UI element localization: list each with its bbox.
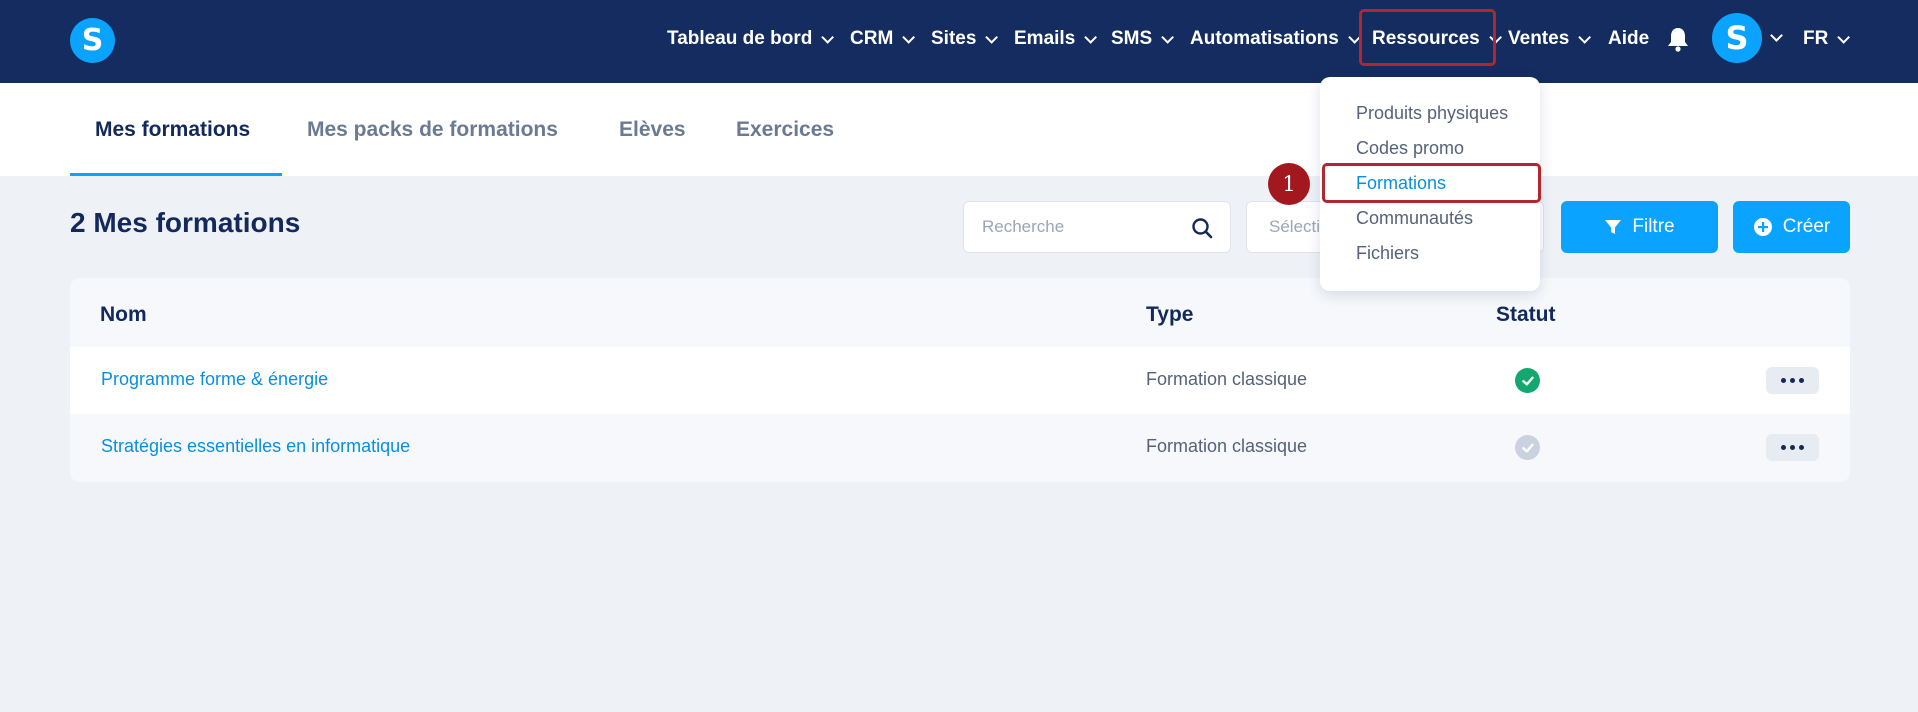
language-selector[interactable]: FR [1803, 0, 1851, 78]
formation-type: Formation classique [1146, 369, 1308, 389]
table-row: Stratégies essentielles en informatique … [70, 414, 1850, 481]
chevron-down-icon [985, 30, 999, 44]
nav-item-aide[interactable]: Aide [1608, 0, 1649, 78]
formation-name-link[interactable]: Programme forme & énergie [101, 369, 328, 390]
menu-item-communautes[interactable]: Communautés [1356, 208, 1473, 229]
filter-label: Filtre [1632, 216, 1675, 237]
nav-label: Ventes [1508, 28, 1570, 49]
chevron-down-icon[interactable] [1770, 29, 1783, 42]
nav-label: CRM [850, 28, 894, 49]
nav-item-automatisations[interactable]: Automatisations [1190, 0, 1361, 78]
chevron-down-icon [1578, 30, 1592, 44]
chevron-down-icon [1084, 30, 1098, 44]
more-actions-button[interactable] [1766, 434, 1819, 461]
bell-icon[interactable] [1667, 26, 1689, 52]
nav-item-sms[interactable]: SMS [1111, 0, 1175, 78]
nav-item-crm[interactable]: CRM [850, 0, 916, 78]
filter-icon [1604, 218, 1622, 236]
filter-button[interactable]: Filtre [1561, 201, 1718, 253]
language-label: FR [1803, 28, 1829, 49]
ressources-highlight-box [1359, 9, 1496, 66]
nav-label: Automatisations [1190, 28, 1339, 49]
nav-label: Aide [1608, 28, 1650, 49]
nav-item-sites[interactable]: Sites [931, 0, 999, 78]
page-title: 2 Mes formations [70, 207, 301, 238]
top-navbar: S Tableau de bord CRM Sites Emails SMS A… [0, 0, 1918, 83]
create-button[interactable]: Créer [1733, 201, 1850, 253]
step-number-badge: 1 [1268, 163, 1310, 205]
menu-item-produits-physiques[interactable]: Produits physiques [1356, 103, 1508, 124]
tab-mes-formations[interactable]: Mes formations [95, 83, 250, 176]
formations-table: Nom Type Statut Programme forme & énergi… [70, 278, 1850, 482]
nav-label: Tableau de bord [667, 28, 813, 49]
nav-item-tableau-de-bord[interactable]: Tableau de bord [667, 0, 835, 78]
chevron-down-icon [821, 30, 835, 44]
plus-circle-icon [1753, 217, 1773, 237]
nav-label: SMS [1111, 28, 1153, 49]
search-input[interactable] [982, 202, 1182, 252]
chevron-down-icon [902, 30, 916, 44]
active-tab-indicator [70, 173, 282, 176]
menu-item-codes-promo[interactable]: Codes promo [1356, 138, 1464, 159]
status-published-icon [1515, 368, 1540, 393]
column-header-name[interactable]: Nom [100, 303, 147, 327]
tab-exercices[interactable]: Exercices [736, 83, 834, 176]
formation-name-link[interactable]: Stratégies essentielles en informatique [101, 436, 410, 457]
tab-mes-packs-de-formations[interactable]: Mes packs de formations [307, 83, 558, 176]
nav-item-emails[interactable]: Emails [1014, 0, 1098, 78]
chevron-down-icon [1161, 30, 1175, 44]
column-header-status[interactable]: Statut [1496, 303, 1556, 327]
search-icon[interactable] [1190, 216, 1214, 240]
formation-type: Formation classique [1146, 436, 1308, 456]
more-actions-button[interactable] [1766, 367, 1819, 394]
menu-item-fichiers[interactable]: Fichiers [1356, 243, 1419, 264]
nav-item-ventes[interactable]: Ventes [1508, 0, 1592, 78]
column-header-type[interactable]: Type [1146, 303, 1193, 327]
table-row: Programme forme & énergie Formation clas… [70, 347, 1850, 414]
tab-eleves[interactable]: Elèves [619, 83, 686, 176]
tabs-bar: Mes formations Mes packs de formations E… [0, 83, 1918, 176]
create-label: Créer [1782, 216, 1831, 237]
select-placeholder: Sélecti [1269, 217, 1321, 236]
app-logo[interactable]: S [70, 18, 115, 63]
nav-label: Emails [1014, 28, 1076, 49]
user-avatar[interactable]: S [1712, 13, 1762, 63]
formations-highlight-box [1322, 163, 1541, 203]
status-draft-icon [1515, 435, 1540, 460]
nav-label: Sites [931, 28, 977, 49]
search-box[interactable] [963, 201, 1231, 253]
chevron-down-icon [1837, 30, 1851, 44]
